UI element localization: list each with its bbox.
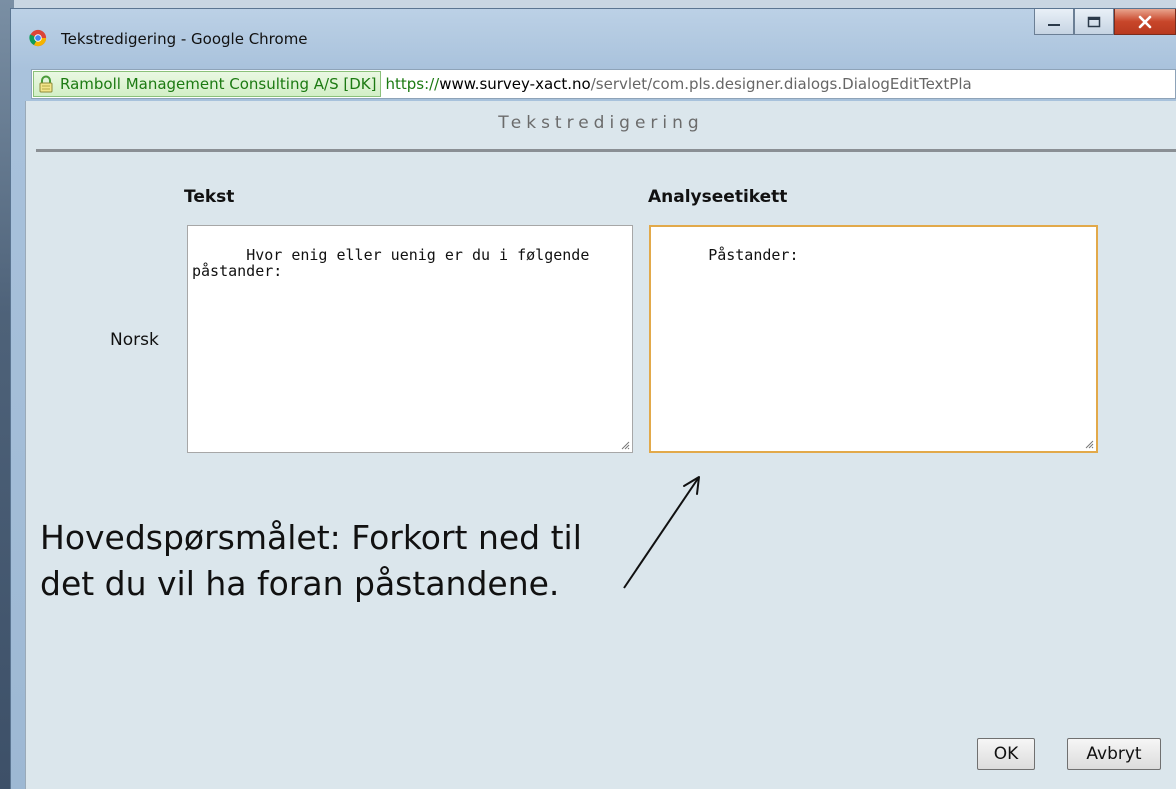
ok-button[interactable]: OK: [977, 738, 1035, 770]
annotation-line-1: Hovedspørsmålet: Forkort ned til: [40, 518, 582, 557]
minimize-icon: [1048, 23, 1060, 26]
url-text[interactable]: https://www.survey-xact.no/servlet/com.p…: [385, 75, 971, 93]
chrome-icon: [29, 29, 47, 47]
close-icon: [1138, 15, 1152, 28]
dialog-title: Tekstredigering: [498, 113, 704, 133]
window-title: Tekstredigering - Google Chrome: [61, 30, 308, 48]
question-text-value: Hvor enig eller uenig er du i følgende p…: [192, 246, 599, 280]
maximize-icon: [1087, 16, 1101, 27]
column-header-analysis-label: Analyseetikett: [648, 187, 788, 207]
ssl-identity-badge[interactable]: Ramboll Management Consulting A/S [DK]: [33, 71, 382, 97]
resize-grip-icon[interactable]: [1084, 439, 1094, 449]
language-row-label: Norsk: [110, 330, 159, 350]
close-button[interactable]: [1114, 9, 1176, 35]
url-host: www.survey-xact.no: [439, 75, 591, 93]
address-bar[interactable]: Ramboll Management Consulting A/S [DK] h…: [31, 69, 1176, 99]
maximize-button[interactable]: [1074, 9, 1114, 35]
cancel-button[interactable]: Avbryt: [1067, 738, 1161, 770]
annotation-text: Hovedspørsmålet: Forkort ned til det du …: [40, 515, 582, 607]
browser-window: Tekstredigering - Google Chrome Ramboll …: [10, 8, 1176, 789]
analysis-label-text-area[interactable]: Påstander:: [649, 225, 1098, 453]
minimize-button[interactable]: [1034, 9, 1074, 35]
dialog-content: Tekstredigering Tekst Analyseetikett Nor…: [25, 101, 1176, 789]
lock-icon: [39, 75, 53, 93]
analysis-label-value: Påstander:: [708, 246, 799, 264]
title-divider: [36, 149, 1176, 152]
resize-grip-icon[interactable]: [620, 440, 630, 450]
column-header-text: Tekst: [184, 187, 235, 207]
window-controls: [1034, 9, 1176, 39]
annotation-line-2: det du vil ha foran påstandene.: [40, 564, 560, 603]
title-bar[interactable]: Tekstredigering - Google Chrome: [11, 9, 1176, 65]
url-scheme: https://: [385, 75, 440, 93]
question-text-area[interactable]: Hvor enig eller uenig er du i følgende p…: [187, 225, 633, 453]
url-path: /servlet/com.pls.designer.dialogs.Dialog…: [590, 75, 972, 93]
site-identity: Ramboll Management Consulting A/S [DK]: [60, 75, 377, 93]
